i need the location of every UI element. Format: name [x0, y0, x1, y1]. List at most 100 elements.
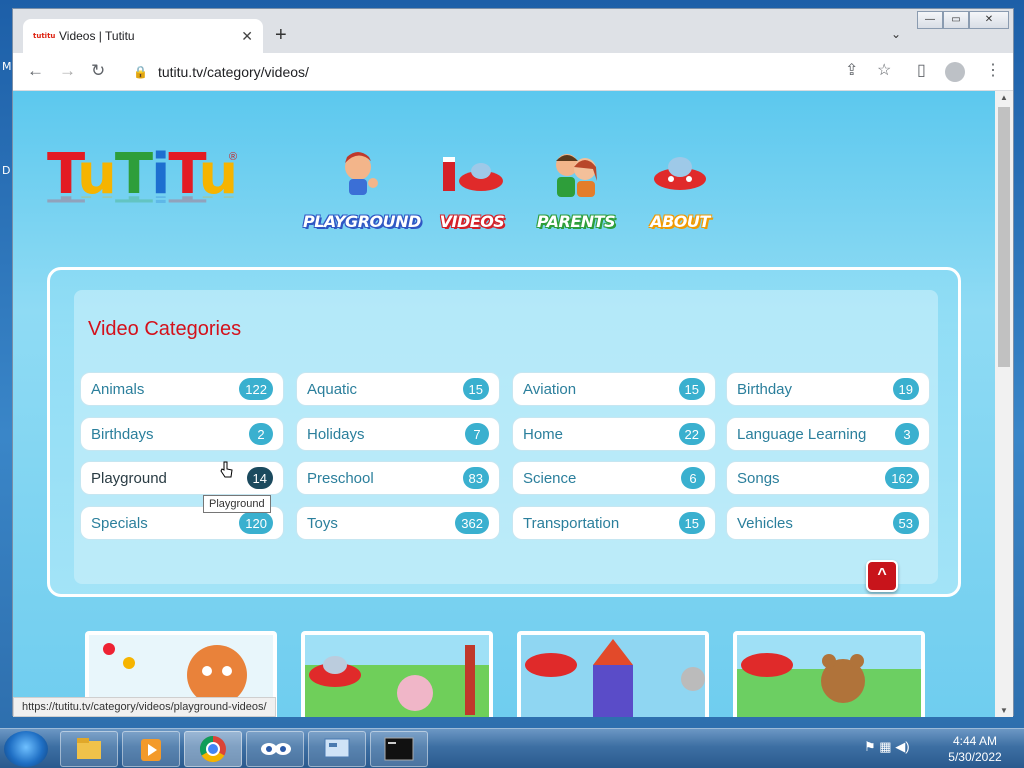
lock-icon[interactable]: 🔒	[133, 65, 148, 79]
clock-time: 4:44 AM	[952, 734, 998, 748]
tab-title: Videos | Tutitu	[59, 29, 135, 43]
category-name: Language Learning	[737, 425, 867, 443]
nav-parents[interactable]: PARENTS	[521, 147, 631, 231]
logo-reflection: TuTiTu	[47, 196, 247, 205]
browser-toolbar: ← → ↻ 🔒 tutitu.tv/category/videos/ ⇪ ☆ ▯…	[13, 53, 1013, 91]
tab-strip: tutitu Videos | Tutitu ✕ + ⌄ — ▭ ✕	[13, 9, 1013, 53]
category-name: Animals	[91, 380, 145, 398]
category-count-badge: 83	[462, 467, 489, 489]
category-count-badge: 362	[455, 512, 489, 534]
category-birthday[interactable]: Birthday 19	[726, 372, 930, 406]
category-playground[interactable]: Playground 14	[80, 461, 284, 495]
action-center-icon[interactable]: ⚑	[864, 739, 876, 754]
nav-playground[interactable]: PLAYGROUND	[303, 147, 421, 231]
category-name: Birthday	[737, 380, 793, 398]
category-count-badge: 162	[885, 467, 919, 489]
category-vehicles[interactable]: Vehicles 53	[726, 506, 930, 540]
forward-arrow-icon[interactable]: →	[59, 61, 76, 81]
menu-icon[interactable]: ⋮	[985, 62, 1001, 80]
category-home[interactable]: Home 22	[512, 417, 716, 451]
control-panel-taskbar-icon[interactable]	[308, 731, 366, 767]
close-window-button[interactable]: ✕	[969, 11, 1009, 29]
tutitu-logo[interactable]: TuTiTu TuTiTu ®	[47, 145, 247, 235]
address-bar[interactable]: 🔒 tutitu.tv/category/videos/	[123, 57, 903, 87]
category-count-badge: 7	[465, 423, 489, 445]
nav-label-videos: VIDEOS	[439, 212, 505, 231]
clock-date: 5/30/2022	[948, 750, 1002, 764]
category-name: Preschool	[307, 469, 374, 487]
category-count-badge: 15	[678, 512, 705, 534]
category-count-badge: 19	[892, 378, 919, 400]
tab-videos[interactable]: tutitu Videos | Tutitu ✕	[23, 19, 263, 53]
taskbar: ⚑ ▦ ◀) 4:44 AM 5/30/2022	[0, 728, 1024, 768]
desktop-icon-label[interactable]: D	[2, 164, 10, 177]
category-toys[interactable]: Toys 362	[296, 506, 500, 540]
network-icon[interactable]: ▦	[879, 739, 891, 754]
category-name: Specials	[91, 514, 148, 532]
vertical-scrollbar[interactable]: ▲ ▼	[995, 91, 1013, 717]
category-count-badge: 53	[892, 512, 919, 534]
category-name: Home	[523, 425, 564, 443]
category-birthdays[interactable]: Birthdays 2	[80, 417, 284, 451]
media-player-taskbar-icon[interactable]	[122, 731, 180, 767]
nav-label-about: ABOUT	[650, 212, 710, 231]
video-thumbnail[interactable]	[517, 631, 709, 717]
reload-icon[interactable]: ↻	[91, 61, 105, 81]
system-tray[interactable]: ⚑ ▦ ◀)	[864, 739, 910, 755]
close-icon[interactable]: ✕	[241, 28, 253, 45]
category-name: Holidays	[307, 425, 365, 443]
nav-label-parents: PARENTS	[536, 212, 616, 231]
share-icon[interactable]: ⇪	[845, 62, 858, 80]
nav-videos[interactable]: VIDEOS	[417, 147, 527, 231]
new-tab-icon[interactable]: +	[275, 25, 287, 45]
parents-icon	[556, 154, 597, 197]
url-text[interactable]: tutitu.tv/category/videos/	[158, 64, 309, 80]
profile-avatar[interactable]	[945, 62, 965, 82]
category-preschool[interactable]: Preschool 83	[296, 461, 500, 495]
category-name: Playground	[91, 469, 167, 487]
category-songs[interactable]: Songs 162	[726, 461, 930, 495]
side-panel-icon[interactable]: ▯	[917, 62, 926, 80]
start-button[interactable]	[4, 731, 48, 767]
terminal-taskbar-icon[interactable]	[370, 731, 428, 767]
chrome-taskbar-icon[interactable]	[184, 731, 242, 767]
maximize-button[interactable]: ▭	[943, 11, 969, 29]
teddy-bear-thumbnail-image	[737, 635, 921, 717]
scrollbar-thumb[interactable]	[998, 107, 1010, 367]
category-count-badge: 15	[678, 378, 705, 400]
video-thumbnail[interactable]	[301, 631, 493, 717]
video-thumbnail[interactable]	[733, 631, 925, 717]
category-animals[interactable]: Animals 122	[80, 372, 284, 406]
hand-cursor-icon	[220, 461, 233, 478]
tooltip: Playground	[203, 495, 271, 513]
category-count-badge: 15	[462, 378, 489, 400]
category-name: Vehicles	[737, 514, 793, 532]
system-clock[interactable]: 4:44 AM 5/30/2022	[940, 733, 1010, 765]
scroll-down-icon[interactable]: ▼	[1000, 706, 1008, 715]
category-aviation[interactable]: Aviation 15	[512, 372, 716, 406]
star-icon[interactable]: ☆	[877, 62, 891, 80]
category-language-learning[interactable]: Language Learning 3	[726, 417, 930, 451]
nav-about[interactable]: ABOUT	[625, 147, 735, 231]
chevron-down-icon[interactable]: ⌄	[891, 27, 901, 41]
category-science[interactable]: Science 6	[512, 461, 716, 495]
explorer-taskbar-icon[interactable]	[60, 731, 118, 767]
back-arrow-icon[interactable]: ←	[27, 61, 44, 81]
nav-label-playground: PLAYGROUND	[303, 212, 421, 231]
category-name: Birthdays	[91, 425, 154, 443]
scroll-to-top-button[interactable]: ^	[866, 560, 898, 592]
category-name: Science	[523, 469, 577, 487]
minimize-button[interactable]: —	[917, 11, 943, 29]
desktop-icon-label[interactable]: M	[2, 60, 12, 73]
category-holidays[interactable]: Holidays 7	[296, 417, 500, 451]
video-categories-panel: Video Categories Animals 122 Aquatic 15 …	[47, 267, 961, 597]
registered-mark: ®	[229, 151, 238, 163]
category-count-badge: 122	[239, 378, 273, 400]
category-name: Toys	[307, 514, 338, 532]
eyes-taskbar-icon[interactable]	[246, 731, 304, 767]
category-aquatic[interactable]: Aquatic 15	[296, 372, 500, 406]
volume-icon[interactable]: ◀)	[895, 739, 909, 754]
category-name: Aviation	[523, 380, 577, 398]
scroll-up-icon[interactable]: ▲	[1000, 93, 1008, 102]
category-transportation[interactable]: Transportation 15	[512, 506, 716, 540]
